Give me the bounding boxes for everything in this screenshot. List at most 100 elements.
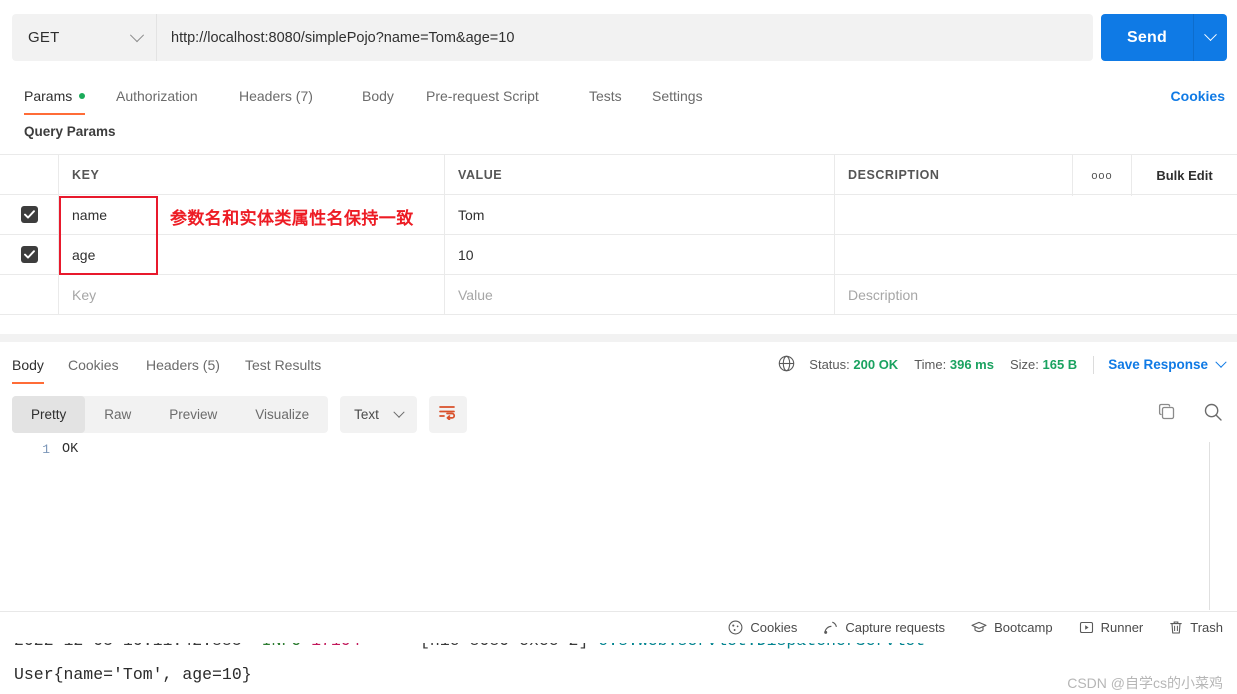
- wrap-text-icon: [438, 404, 457, 425]
- log-level: INFO: [262, 643, 302, 650]
- status-cookies-button[interactable]: Cookies: [728, 620, 797, 635]
- query-params-title: Query Params: [24, 124, 116, 139]
- status-value: 200 OK: [853, 357, 899, 372]
- tab-headers-label: Headers (7): [239, 87, 313, 104]
- tab-pre-request-script[interactable]: Pre-request Script: [426, 76, 539, 115]
- status-bootcamp-label: Bootcamp: [994, 620, 1053, 635]
- status-runner-button[interactable]: Runner: [1079, 620, 1144, 635]
- row-checkbox-cell[interactable]: [0, 235, 59, 274]
- search-icon[interactable]: [1203, 402, 1223, 427]
- content-type-selector[interactable]: Text: [340, 396, 417, 433]
- row-description-cell[interactable]: [835, 195, 1237, 234]
- tab-body-label: Body: [362, 87, 394, 104]
- response-body-viewer[interactable]: 1 OK: [0, 442, 1209, 610]
- ellipsis-icon: ooo: [1091, 169, 1113, 182]
- row-value-text: 10: [458, 246, 474, 263]
- chevron-down-icon: [129, 27, 145, 42]
- status-trash-label: Trash: [1190, 620, 1223, 635]
- row-description-cell[interactable]: [835, 235, 1237, 274]
- format-tab-visualize[interactable]: Visualize: [236, 396, 328, 433]
- console-log-line: 2022-12-05 10:11:42.885 INFO 17104 --- […: [14, 643, 925, 650]
- tab-settings-label: Settings: [652, 87, 703, 104]
- row-key-placeholder: Key: [72, 286, 97, 303]
- save-response-label: Save Response: [1108, 357, 1208, 372]
- more-options-button[interactable]: ooo: [1072, 155, 1132, 196]
- play-square-icon: [1079, 620, 1094, 635]
- status-capture-requests-button[interactable]: Capture requests: [823, 620, 945, 635]
- response-format-bar: Pretty Raw Preview Visualize Text: [12, 396, 467, 433]
- tab-settings[interactable]: Settings: [652, 76, 703, 115]
- url-bar: GET http://localhost:8080/simplePojo?nam…: [0, 0, 1237, 76]
- wrap-text-button[interactable]: [428, 396, 467, 433]
- tab-params[interactable]: Params: [24, 76, 86, 115]
- checkbox-checked-icon[interactable]: [20, 246, 38, 263]
- unsaved-dot-icon: [79, 92, 86, 99]
- response-tab-headers[interactable]: Headers (5): [146, 345, 220, 384]
- status-trash-button[interactable]: Trash: [1169, 620, 1223, 635]
- row-value-cell[interactable]: Value: [445, 275, 835, 314]
- response-tab-headers-label: Headers (5): [146, 356, 220, 373]
- tab-authorization[interactable]: Authorization: [116, 76, 198, 115]
- active-tab-underline: [24, 112, 86, 115]
- send-button[interactable]: Send: [1101, 14, 1227, 61]
- header-checkbox-cell: [0, 155, 59, 194]
- header-key-cell: KEY: [59, 155, 445, 194]
- response-tab-body-label: Body: [12, 356, 44, 373]
- bulk-edit-button[interactable]: Bulk Edit: [1132, 155, 1237, 196]
- row-key-cell[interactable]: Key: [59, 275, 445, 314]
- response-tab-test-results[interactable]: Test Results: [245, 345, 321, 384]
- log-pid: 17104: [311, 643, 361, 650]
- response-tab-body[interactable]: Body: [12, 345, 44, 384]
- tab-body[interactable]: Body: [362, 76, 394, 115]
- send-options-button[interactable]: [1194, 28, 1227, 42]
- chevron-down-icon: [1215, 356, 1227, 368]
- row-value-cell[interactable]: Tom: [445, 195, 835, 234]
- checkbox-checked-icon[interactable]: [20, 206, 38, 223]
- status-runner-label: Runner: [1100, 620, 1144, 635]
- chevron-down-icon: [1204, 28, 1217, 42]
- send-button-label: Send: [1127, 28, 1167, 46]
- format-tab-preview[interactable]: Preview: [150, 396, 236, 433]
- response-tab-cookies[interactable]: Cookies: [68, 345, 119, 384]
- line-number: 1: [42, 442, 50, 457]
- satellite-icon: [823, 620, 838, 635]
- save-response-button[interactable]: Save Response: [1108, 356, 1227, 372]
- response-action-icons: [1157, 396, 1223, 433]
- header-description-label: DESCRIPTION: [848, 167, 940, 182]
- table-row-empty[interactable]: Key Value Description: [0, 275, 1237, 315]
- size-label: Size:: [1009, 357, 1039, 372]
- chevron-down-icon: [393, 406, 405, 418]
- tab-headers[interactable]: Headers (7): [239, 76, 313, 115]
- format-tab-pretty[interactable]: Pretty: [12, 396, 86, 433]
- line-content: OK: [62, 442, 79, 457]
- tab-params-label: Params: [24, 87, 73, 104]
- tab-pre-request-script-label: Pre-request Script: [426, 87, 539, 104]
- row-checkbox-cell[interactable]: [0, 275, 59, 314]
- code-line: 1 OK: [0, 442, 1209, 464]
- method-selector[interactable]: GET: [12, 14, 156, 61]
- response-tab-cookies-label: Cookies: [68, 356, 119, 373]
- status-bootcamp-button[interactable]: Bootcamp: [971, 620, 1053, 635]
- annotation-text: 参数名和实体类属性名保持一致: [170, 209, 414, 228]
- format-tab-raw[interactable]: Raw: [85, 396, 150, 433]
- log-thread: [nio-8080-exec-2]: [420, 643, 588, 650]
- time-label: Time:: [914, 357, 947, 372]
- row-description-cell[interactable]: Description: [835, 275, 1237, 314]
- header-value-label: VALUE: [458, 167, 503, 182]
- table-row[interactable]: age 10: [0, 235, 1237, 275]
- url-text: http://localhost:8080/simplePojo?name=To…: [171, 29, 515, 46]
- row-description-placeholder: Description: [848, 286, 919, 303]
- url-input[interactable]: http://localhost:8080/simplePojo?name=To…: [156, 14, 1093, 61]
- row-key-cell[interactable]: age: [59, 235, 445, 274]
- request-tabs: Params Authorization Headers (7) Body Pr…: [0, 76, 1237, 115]
- tab-tests[interactable]: Tests: [589, 76, 622, 115]
- status-label: Status:: [809, 357, 850, 372]
- row-checkbox-cell[interactable]: [0, 195, 59, 234]
- log-separator: ---: [380, 643, 410, 650]
- status-code: Status: 200 OK: [809, 357, 898, 372]
- watermark: CSDN @自学cs的小菜鸡: [1067, 675, 1223, 691]
- cookies-link[interactable]: Cookies: [1171, 76, 1225, 115]
- copy-icon[interactable]: [1157, 402, 1177, 427]
- row-value-cell[interactable]: 10: [445, 235, 835, 274]
- row-value-placeholder: Value: [458, 286, 493, 303]
